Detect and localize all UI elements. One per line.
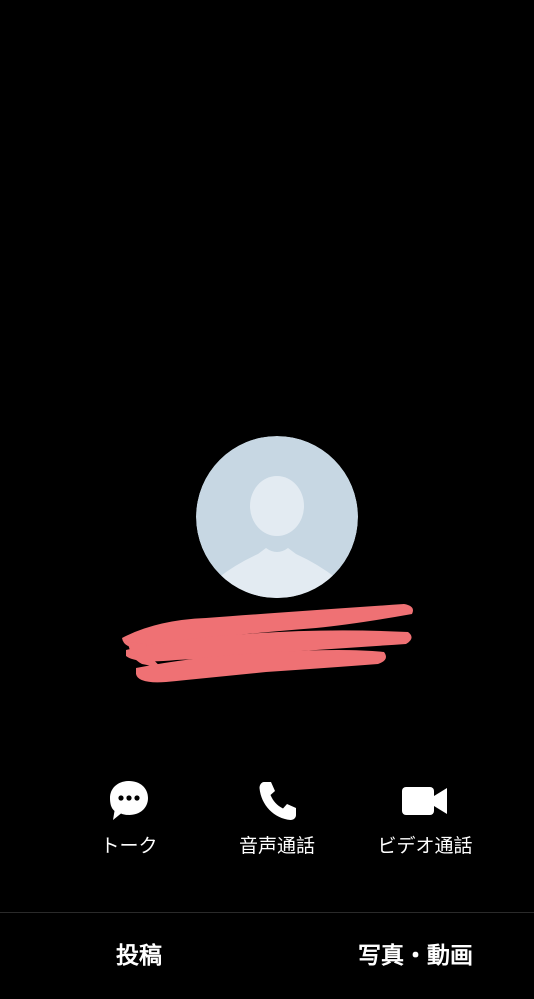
post-button[interactable]: 投稿: [116, 939, 162, 973]
talk-button[interactable]: トーク: [69, 776, 189, 866]
profile-screen: トーク 音声通話 ビデオ通話 投稿 写真・動画: [0, 0, 534, 999]
phone-icon: [252, 778, 302, 824]
default-person-avatar-icon: [196, 436, 358, 598]
profile-actions: トーク 音声通話 ビデオ通話: [0, 776, 534, 866]
video-call-label: ビデオ通話: [377, 835, 473, 857]
photo-video-button[interactable]: 写真・動画: [358, 939, 473, 973]
video-camera-icon: [400, 778, 450, 824]
voice-call-label: 音声通話: [238, 835, 315, 857]
voice-call-button[interactable]: 音声通話: [217, 776, 337, 866]
chat-bubble-icon: [104, 778, 154, 824]
talk-label: トーク: [100, 835, 158, 857]
name-redaction-scribble: [116, 598, 418, 690]
profile-avatar[interactable]: [196, 436, 358, 598]
video-call-button[interactable]: ビデオ通話: [365, 776, 485, 866]
bottom-bar: 投稿 写真・動画: [0, 912, 534, 999]
